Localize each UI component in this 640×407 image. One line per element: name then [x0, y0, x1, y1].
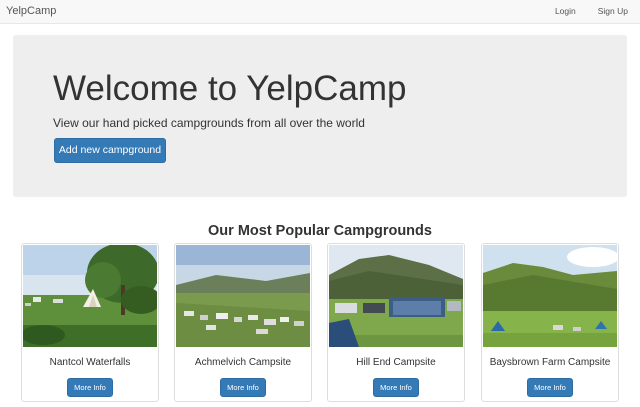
more-info-button[interactable]: More Info	[67, 378, 113, 397]
campground-image	[23, 245, 157, 347]
more-info-button[interactable]: More Info	[220, 378, 266, 397]
campground-name: Nantcol Waterfalls	[49, 357, 131, 368]
more-info-button[interactable]: More Info	[373, 378, 419, 397]
campground-image	[329, 245, 463, 347]
campground-name: Achmelvich Campsite	[194, 357, 292, 368]
campground-card: Hill End Campsite More Info	[327, 243, 465, 402]
add-campground-button[interactable]: Add new campground	[54, 138, 166, 163]
more-info-button[interactable]: More Info	[527, 378, 573, 397]
campground-card: Nantcol Waterfalls More Info	[21, 243, 159, 402]
campground-card: Achmelvich Campsite More Info	[174, 243, 312, 402]
login-link[interactable]: Login	[555, 6, 576, 16]
jumbotron: Welcome to YelpCamp View our hand picked…	[13, 35, 627, 197]
page-title: Welcome to YelpCamp	[53, 69, 407, 108]
brand-link[interactable]: YelpCamp	[6, 5, 56, 17]
signup-link[interactable]: Sign Up	[598, 6, 628, 16]
campground-name: Baysbrown Farm Campsite	[489, 357, 611, 368]
section-heading: Our Most Popular Campgrounds	[208, 223, 432, 239]
campground-image	[483, 245, 617, 347]
navbar: YelpCamp Login Sign Up	[0, 0, 640, 24]
campground-image	[176, 245, 310, 347]
campground-card: Baysbrown Farm Campsite More Info	[481, 243, 619, 402]
nav-links: Login Sign Up	[533, 6, 628, 16]
page-subtitle: View our hand picked campgrounds from al…	[53, 116, 365, 130]
campground-name: Hill End Campsite	[356, 357, 436, 368]
